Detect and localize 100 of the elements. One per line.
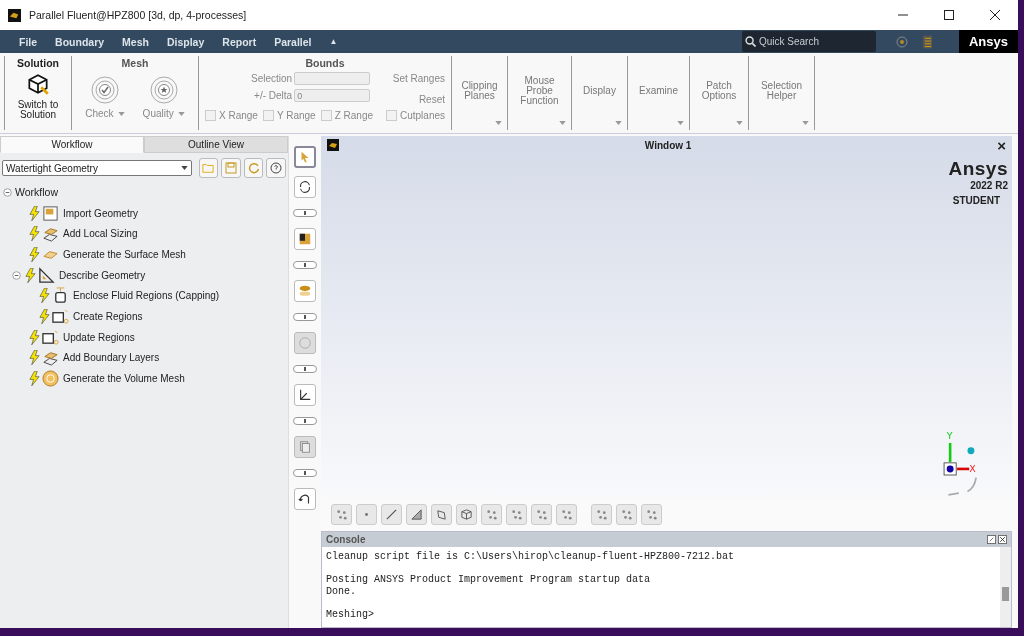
close-icon[interactable]	[998, 535, 1007, 544]
ribbon-dropdown[interactable]: Selection Helper	[749, 56, 815, 130]
collapse-toggle-icon[interactable]	[12, 270, 21, 280]
selection-filter-button[interactable]	[641, 504, 662, 525]
selection-filter-button[interactable]	[531, 504, 552, 525]
caret-icon	[177, 111, 185, 116]
close-button[interactable]: ×	[997, 136, 1006, 154]
lightning-icon	[39, 288, 50, 304]
ribbon-dropdown[interactable]: Clipping Planes	[452, 56, 508, 130]
selection-filter-button[interactable]	[456, 504, 477, 525]
checkbox[interactable]	[262, 110, 274, 121]
checkbox[interactable]	[385, 110, 397, 121]
checkbox-label: Z Range	[334, 110, 374, 121]
console-line: Done.	[326, 585, 356, 597]
selection-filter-button[interactable]	[616, 504, 637, 525]
tree-item[interactable]: Add Boundary Layers	[63, 352, 160, 364]
view-tool-button[interactable]	[294, 488, 316, 510]
edition-label: STUDENT	[952, 195, 1000, 206]
grip-handle-icon[interactable]	[293, 365, 317, 373]
menu-item[interactable]: Boundary	[46, 35, 114, 48]
lightning-icon	[25, 267, 36, 283]
field-label: +/- Delta	[254, 90, 293, 101]
view-tool-button[interactable]	[294, 384, 316, 406]
help-icon[interactable]	[895, 35, 908, 48]
lightning-icon	[29, 329, 40, 345]
tool-icon	[298, 440, 312, 454]
view-tool-button[interactable]	[294, 176, 316, 198]
tree-item[interactable]: Update Regions	[63, 331, 135, 343]
console-prompt[interactable]: Meshing>	[326, 608, 374, 620]
tool-icon	[298, 180, 312, 194]
lightning-icon	[29, 246, 40, 262]
switch-to-solution-button[interactable]: Switch to Solution	[17, 71, 59, 120]
checkbox[interactable]	[320, 110, 332, 121]
tree-item[interactable]: Import Geometry	[63, 207, 139, 219]
selection-filter-button[interactable]	[431, 504, 452, 525]
ribbon-dropdown[interactable]: Patch Options	[690, 56, 749, 130]
close-icon[interactable]	[990, 10, 1000, 20]
collapse-toggle-icon[interactable]	[3, 187, 12, 197]
tree-item[interactable]: Enclose Fluid Regions (Capping)	[73, 290, 220, 302]
tree-item[interactable]: Generate the Volume Mesh	[63, 373, 185, 385]
view-tool-button[interactable]	[294, 228, 316, 250]
selection-filter-button[interactable]	[381, 504, 402, 525]
checkbox-label: X Range	[219, 110, 258, 121]
collapse-ribbon-toggle[interactable]: ▲	[320, 37, 347, 46]
caret-icon	[117, 111, 125, 116]
selection-filter-button[interactable]	[331, 504, 352, 525]
open-folder-button[interactable]	[198, 158, 219, 178]
grip-handle-icon[interactable]	[293, 469, 317, 477]
refresh-button[interactable]	[243, 158, 264, 178]
mesh-tool-button[interactable]: Quality	[142, 75, 185, 119]
axis-triad[interactable]: Y X	[938, 426, 990, 498]
step-icon	[42, 225, 59, 243]
bounds-field[interactable]	[294, 72, 371, 85]
grip-handle-icon[interactable]	[293, 261, 317, 269]
grip-handle-icon[interactable]	[293, 313, 317, 321]
tree-item[interactable]: Generate the Surface Mesh	[63, 248, 186, 260]
checkbox[interactable]	[205, 110, 216, 121]
selection-filter-button[interactable]	[556, 504, 577, 525]
step-icon	[38, 266, 55, 284]
selection-filter-button[interactable]	[481, 504, 502, 525]
mesh-tool-button[interactable]: Check	[85, 75, 125, 119]
selection-filter-button[interactable]	[406, 504, 427, 525]
scrollbar[interactable]	[1000, 547, 1011, 627]
group-title: Solution	[17, 57, 59, 69]
help-icon	[270, 162, 283, 174]
menu-item[interactable]: Parallel	[265, 35, 321, 48]
maximize-icon[interactable]	[944, 10, 954, 20]
graphics-window-title: Window 1	[643, 139, 693, 151]
workflow-dropdown[interactable]: Watertight Geometry	[2, 160, 192, 176]
tree-item[interactable]: Create Regions	[73, 310, 143, 322]
notes-icon[interactable]	[921, 33, 933, 50]
caret-icon	[495, 121, 502, 125]
menu-item[interactable]: Display	[157, 35, 214, 48]
menu-item[interactable]: Mesh	[113, 35, 158, 48]
detach-icon[interactable]	[987, 535, 996, 544]
bounds-action[interactable]: Reset	[418, 94, 445, 105]
caret-icon	[736, 121, 743, 125]
quick-search-field[interactable]: Quick Search	[741, 31, 876, 52]
tree-item[interactable]: Describe Geometry	[59, 269, 146, 281]
save-button[interactable]	[221, 158, 241, 178]
grip-handle-icon[interactable]	[293, 209, 317, 217]
ribbon-dropdown[interactable]: Examine	[628, 56, 690, 130]
lightning-icon	[29, 226, 40, 242]
tree-item[interactable]: Add Local Sizing	[63, 228, 138, 240]
selection-filter-button[interactable]	[591, 504, 612, 525]
selection-filter-button[interactable]	[506, 504, 527, 525]
bounds-action[interactable]: Set Ranges	[392, 73, 445, 84]
ribbon-dropdown[interactable]: Display	[572, 56, 628, 130]
version-label: 2022 R2	[970, 180, 1008, 191]
menu-item[interactable]: Report	[213, 35, 266, 48]
menu-item[interactable]: File	[10, 35, 47, 48]
panel-tab[interactable]: Outline View	[144, 136, 288, 153]
grip-handle-icon[interactable]	[293, 417, 317, 425]
tool-icon	[298, 388, 312, 402]
help-button[interactable]	[266, 158, 286, 178]
tree-item[interactable]: Workflow	[15, 186, 58, 199]
group-title: Mesh	[121, 57, 149, 69]
ribbon-dropdown[interactable]: Mouse Probe Function	[508, 56, 572, 130]
ansys-logo: Ansys	[948, 158, 1008, 180]
panel-tab[interactable]: Workflow	[0, 136, 144, 153]
